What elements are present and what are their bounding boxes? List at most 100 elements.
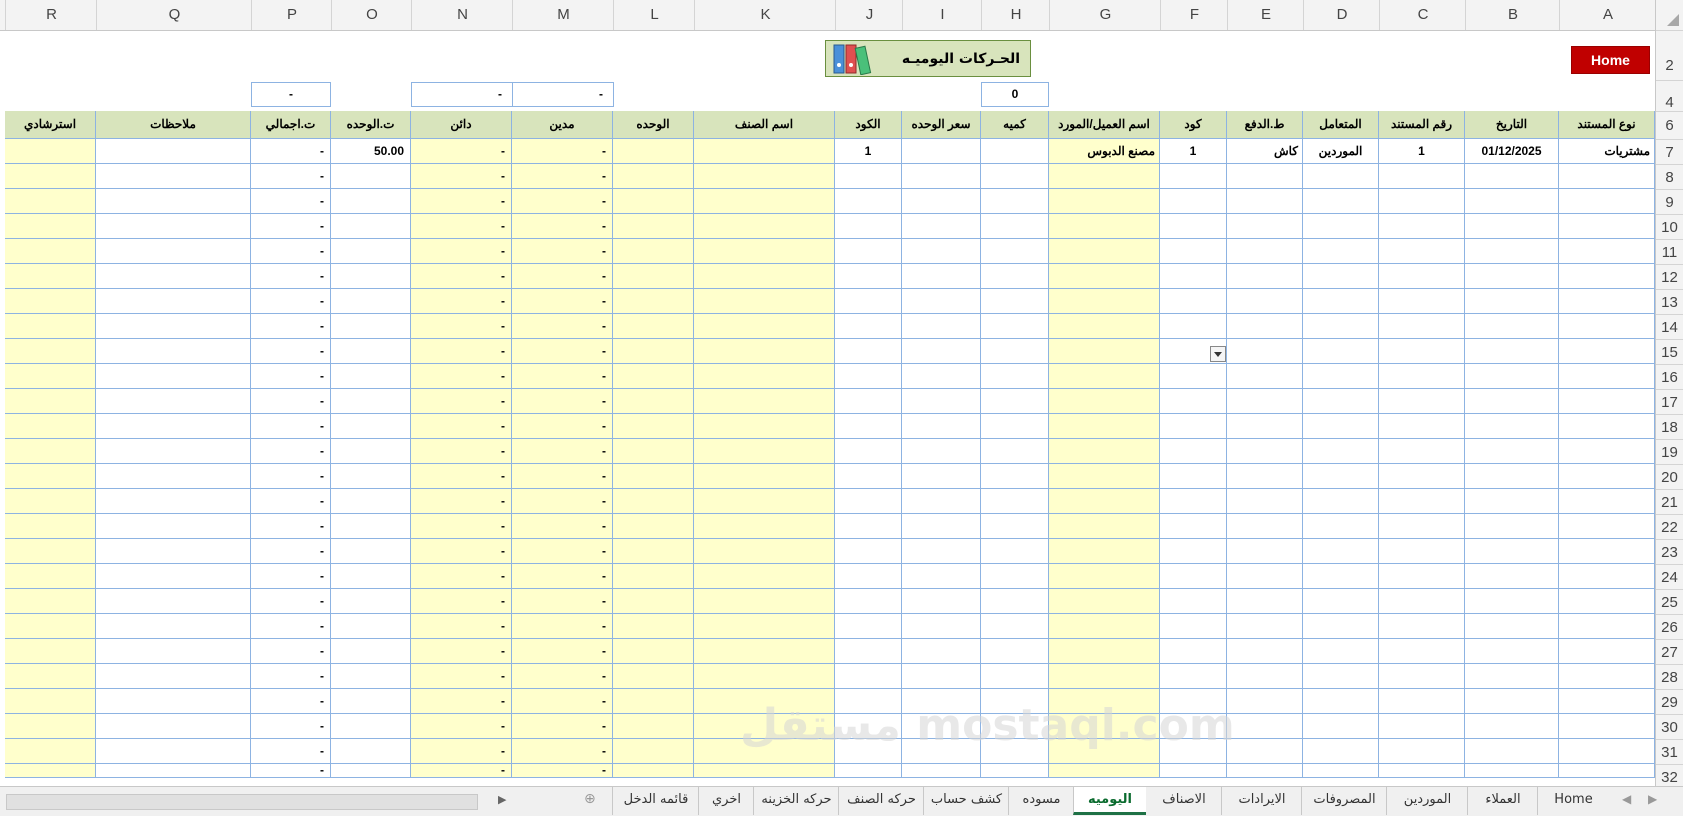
tab-nav-prev-icon[interactable]: ◀ <box>1622 792 1631 806</box>
cell-i25[interactable] <box>902 589 981 614</box>
cell-m31[interactable]: - <box>512 739 613 764</box>
cell-i23[interactable] <box>902 539 981 564</box>
column-header-q[interactable]: Q <box>96 0 252 30</box>
cell-m7[interactable]: - <box>512 139 613 164</box>
cell-p22[interactable]: - <box>251 514 331 539</box>
cell-j22[interactable] <box>835 514 902 539</box>
cell-b23[interactable] <box>1465 539 1559 564</box>
cell-c30[interactable] <box>1379 714 1465 739</box>
cell-g14[interactable] <box>1049 314 1160 339</box>
cell-i16[interactable] <box>902 364 981 389</box>
cell-q19[interactable] <box>96 439 251 464</box>
cell-g32[interactable] <box>1049 764 1160 778</box>
cell-a8[interactable] <box>1559 164 1655 189</box>
cell-b29[interactable] <box>1465 689 1559 714</box>
cell-r26[interactable] <box>5 614 96 639</box>
cell-o7[interactable]: 50.00 <box>331 139 411 164</box>
cell-g21[interactable] <box>1049 489 1160 514</box>
cell-q26[interactable] <box>96 614 251 639</box>
cell-a9[interactable] <box>1559 189 1655 214</box>
cell-p14[interactable]: - <box>251 314 331 339</box>
cell-o31[interactable] <box>331 739 411 764</box>
cell-j25[interactable] <box>835 589 902 614</box>
cell-p17[interactable]: - <box>251 389 331 414</box>
cell-j15[interactable] <box>835 339 902 364</box>
column-header-r[interactable]: R <box>5 0 97 30</box>
cell-c32[interactable] <box>1379 764 1465 778</box>
horizontal-scrollbar[interactable] <box>6 794 478 810</box>
cell-q20[interactable] <box>96 464 251 489</box>
cell-r13[interactable] <box>5 289 96 314</box>
cell-n12[interactable]: - <box>411 264 512 289</box>
column-header-k[interactable]: K <box>694 0 836 30</box>
cell-o23[interactable] <box>331 539 411 564</box>
cell-n13[interactable]: - <box>411 289 512 314</box>
cell-l24[interactable] <box>613 564 694 589</box>
cell-l14[interactable] <box>613 314 694 339</box>
cell-q24[interactable] <box>96 564 251 589</box>
cell-m11[interactable]: - <box>512 239 613 264</box>
cell-b32[interactable] <box>1465 764 1559 778</box>
cell-a26[interactable] <box>1559 614 1655 639</box>
sheet-tab-9[interactable]: حركه الصنف <box>838 787 924 815</box>
cell-p7[interactable]: - <box>251 139 331 164</box>
cell-q28[interactable] <box>96 664 251 689</box>
cell-g18[interactable] <box>1049 414 1160 439</box>
cell-p18[interactable]: - <box>251 414 331 439</box>
cell-k26[interactable] <box>694 614 835 639</box>
cell-c7[interactable]: 1 <box>1379 139 1465 164</box>
cell-e11[interactable] <box>1227 239 1303 264</box>
cell-p30[interactable]: - <box>251 714 331 739</box>
cell-q22[interactable] <box>96 514 251 539</box>
cell-o22[interactable] <box>331 514 411 539</box>
scroll-right-icon[interactable]: ▶ <box>498 793 506 806</box>
cell-o28[interactable] <box>331 664 411 689</box>
header-cell-k[interactable]: اسم الصنف <box>694 111 835 139</box>
cell-r17[interactable] <box>5 389 96 414</box>
cell-j24[interactable] <box>835 564 902 589</box>
cell-b28[interactable] <box>1465 664 1559 689</box>
cell-b22[interactable] <box>1465 514 1559 539</box>
cell-c16[interactable] <box>1379 364 1465 389</box>
cell-g12[interactable] <box>1049 264 1160 289</box>
cell-c29[interactable] <box>1379 689 1465 714</box>
row-header-4[interactable]: 4 <box>1656 80 1683 111</box>
cell-f11[interactable] <box>1160 239 1227 264</box>
header-cell-o[interactable]: ت.الوحده <box>331 111 411 139</box>
cell-i32[interactable] <box>902 764 981 778</box>
cell-b17[interactable] <box>1465 389 1559 414</box>
cell-a14[interactable] <box>1559 314 1655 339</box>
cell-r10[interactable] <box>5 214 96 239</box>
cell-q32[interactable] <box>96 764 251 778</box>
cell-h7[interactable] <box>981 139 1049 164</box>
cell-c9[interactable] <box>1379 189 1465 214</box>
cell-e28[interactable] <box>1227 664 1303 689</box>
cell-j11[interactable] <box>835 239 902 264</box>
cell-r15[interactable] <box>5 339 96 364</box>
cell-m30[interactable]: - <box>512 714 613 739</box>
cell-h28[interactable] <box>981 664 1049 689</box>
cell-b8[interactable] <box>1465 164 1559 189</box>
cell-f14[interactable] <box>1160 314 1227 339</box>
cell-l9[interactable] <box>613 189 694 214</box>
cell-k25[interactable] <box>694 589 835 614</box>
column-header-d[interactable]: D <box>1303 0 1380 30</box>
cell-j14[interactable] <box>835 314 902 339</box>
cell-i17[interactable] <box>902 389 981 414</box>
cell-i18[interactable] <box>902 414 981 439</box>
cell-l12[interactable] <box>613 264 694 289</box>
header-cell-l[interactable]: الوحده <box>613 111 694 139</box>
cell-p11[interactable]: - <box>251 239 331 264</box>
cell-g17[interactable] <box>1049 389 1160 414</box>
header-cell-r[interactable]: استرشادي <box>5 111 96 139</box>
cell-a29[interactable] <box>1559 689 1655 714</box>
cell-e22[interactable] <box>1227 514 1303 539</box>
cell-i9[interactable] <box>902 189 981 214</box>
header-cell-p[interactable]: ت.اجمالي <box>251 111 331 139</box>
cell-d18[interactable] <box>1303 414 1379 439</box>
header-cell-i[interactable]: سعر الوحده <box>902 111 981 139</box>
cell-f22[interactable] <box>1160 514 1227 539</box>
cell-q23[interactable] <box>96 539 251 564</box>
cell-m19[interactable]: - <box>512 439 613 464</box>
cell-l28[interactable] <box>613 664 694 689</box>
